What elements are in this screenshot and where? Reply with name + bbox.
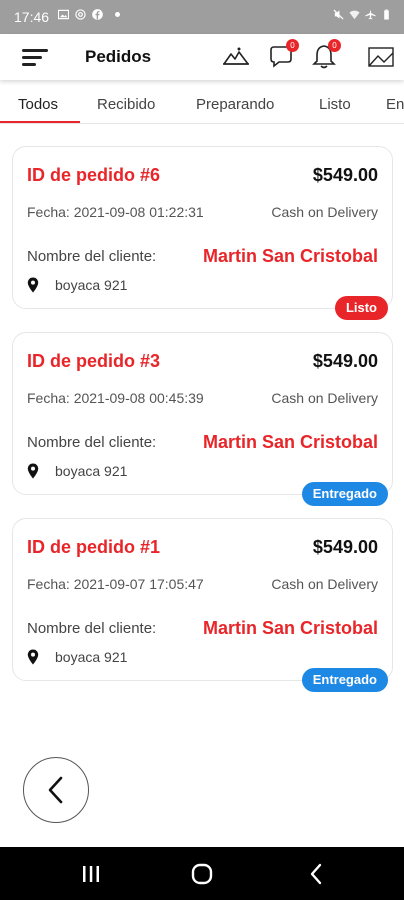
messages-badge: 0: [286, 39, 299, 52]
location-pin-icon: [27, 463, 39, 479]
wifi-icon: [349, 10, 360, 20]
order-date: Fecha: 2021-09-07 17:05:47: [27, 576, 204, 592]
payment-method: Cash on Delivery: [271, 204, 378, 220]
client-name: Martin San Cristobal: [202, 246, 378, 266]
client-name: Martin San Cristobal: [202, 618, 378, 638]
mute-icon: [333, 9, 344, 20]
app-bar: Pedidos 0 0: [0, 34, 404, 80]
address-row: boyaca 921: [27, 463, 127, 479]
location-pin-icon: [27, 649, 39, 665]
order-address: boyaca 921: [55, 463, 128, 479]
map-icon: [223, 47, 249, 65]
status-badge: Listo: [334, 296, 388, 320]
messages-button[interactable]: 0: [267, 39, 299, 72]
order-amount: $549.00: [312, 165, 378, 185]
order-id: ID de pedido #3: [27, 351, 161, 371]
order-id: ID de pedido #6: [27, 165, 161, 185]
status-right-icons: [333, 9, 392, 20]
order-amount: $549.00: [312, 537, 378, 557]
at-icon: [75, 9, 86, 20]
order-amount: $549.00: [312, 351, 378, 371]
client-label: Nombre del cliente:: [27, 620, 157, 637]
map-mountain-button[interactable]: [221, 42, 251, 72]
order-card[interactable]: ID de pedido #1 $549.00 Fecha: 2021-09-0…: [12, 518, 393, 692]
client-label: Nombre del cliente:: [27, 248, 157, 265]
home-icon[interactable]: [189, 861, 215, 887]
menu-button[interactable]: [22, 47, 50, 67]
order-date: Fecha: 2021-09-08 01:22:31: [27, 204, 204, 220]
status-time: 17:46: [14, 9, 50, 25]
chevron-left-icon: [48, 776, 63, 804]
recent-apps-icon[interactable]: [78, 861, 104, 887]
status-tabs: Todos Recibido Preparando Listo En: [0, 80, 404, 124]
facebook-icon: [92, 9, 103, 20]
order-address: boyaca 921: [55, 649, 128, 665]
image-icon: [58, 9, 69, 20]
tab-entregado[interactable]: En: [386, 96, 404, 113]
tab-recibido[interactable]: Recibido: [97, 96, 155, 113]
status-bar: 17:46: [0, 0, 404, 34]
tab-todos[interactable]: Todos: [18, 96, 58, 113]
location-pin-icon: [27, 277, 39, 293]
status-left-icons: [58, 9, 120, 20]
battery-icon: [384, 9, 389, 20]
order-address: boyaca 921: [55, 277, 128, 293]
address-row: boyaca 921: [27, 649, 127, 665]
status-badge: Entregado: [301, 482, 388, 506]
system-back-icon[interactable]: [304, 861, 330, 887]
client-label: Nombre del cliente:: [27, 434, 157, 451]
client-name: Martin San Cristobal: [202, 432, 378, 452]
order-card[interactable]: ID de pedido #6 $549.00 Fecha: 2021-09-0…: [12, 146, 393, 320]
notifications-button[interactable]: 0: [309, 39, 341, 72]
airplane-icon: [365, 9, 376, 20]
order-id: ID de pedido #1: [27, 537, 161, 557]
status-badge: Entregado: [301, 668, 388, 692]
system-nav-bar: [0, 847, 404, 900]
tab-listo[interactable]: Listo: [319, 96, 351, 113]
order-card[interactable]: ID de pedido #3 $549.00 Fecha: 2021-09-0…: [12, 332, 393, 506]
tab-preparando[interactable]: Preparando: [196, 96, 274, 113]
gallery-button[interactable]: [366, 42, 396, 72]
address-row: boyaca 921: [27, 277, 127, 293]
payment-method: Cash on Delivery: [271, 390, 378, 406]
image-icon: [368, 47, 394, 67]
order-date: Fecha: 2021-09-08 00:45:39: [27, 390, 204, 406]
notifications-badge: 0: [328, 39, 341, 52]
back-button[interactable]: [23, 757, 89, 823]
active-tab-indicator: [0, 121, 80, 123]
notification-dot-icon: [115, 12, 120, 17]
page-title: Pedidos: [85, 47, 152, 66]
payment-method: Cash on Delivery: [271, 576, 378, 592]
